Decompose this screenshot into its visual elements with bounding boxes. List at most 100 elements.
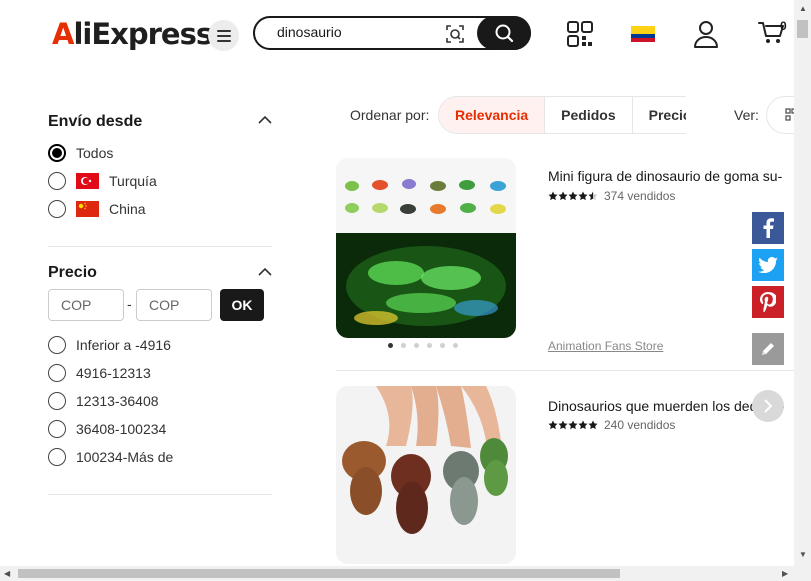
product-image[interactable]	[336, 158, 516, 338]
price-separator: -	[127, 296, 132, 312]
product-rating: 240 vendidos	[548, 418, 675, 432]
horizontal-scrollbar[interactable]: ◀ ▶	[0, 566, 811, 581]
half-star-icon	[588, 191, 598, 201]
product-title[interactable]: Mini figura de dinosaurio de goma su-	[548, 168, 798, 184]
price-filter-title: Precio	[48, 264, 97, 281]
chevron-right-icon	[764, 399, 773, 413]
view-label: Ver:	[734, 107, 759, 123]
colombia-flag-icon[interactable]	[631, 26, 655, 42]
search-icon	[495, 24, 514, 43]
vertical-scrollbar[interactable]: ▲ ▼	[794, 0, 811, 566]
facebook-icon	[763, 218, 774, 238]
user-account-icon[interactable]	[693, 20, 719, 48]
dinosaur-figures-image	[336, 158, 516, 338]
menu-button[interactable]	[208, 20, 239, 51]
sold-count: 374 vendidos	[604, 189, 676, 203]
cart-count-badge: 0	[780, 19, 787, 33]
pinterest-share-button[interactable]	[752, 286, 784, 318]
divider	[48, 494, 272, 495]
aliexpress-logo[interactable]: AliExpress	[52, 17, 213, 51]
image-carousel-dots	[388, 343, 458, 348]
sold-count: 240 vendidos	[604, 418, 676, 432]
option-label: Inferior a -4916	[76, 337, 171, 353]
scroll-right-arrow-icon[interactable]: ▶	[782, 569, 788, 578]
carousel-next-button[interactable]	[752, 390, 784, 422]
option-label: 100234-Más de	[76, 449, 174, 465]
radio-checked[interactable]	[48, 144, 66, 162]
option-label: China	[109, 201, 146, 217]
radio[interactable]	[48, 420, 66, 438]
carousel-dot[interactable]	[401, 343, 406, 348]
logo-text: liExpress	[73, 17, 213, 51]
star-icon	[578, 191, 588, 201]
price-range-option[interactable]: 12313-36408	[48, 391, 159, 411]
scroll-down-arrow-icon[interactable]: ▼	[799, 550, 807, 559]
edit-button[interactable]	[752, 333, 784, 365]
star-icon	[558, 420, 568, 430]
star-icon	[588, 420, 598, 430]
price-range-option[interactable]: Inferior a -4916	[48, 335, 171, 355]
option-label: 12313-36408	[76, 393, 159, 409]
price-ok-button[interactable]: OK	[220, 289, 264, 321]
chevron-up-icon[interactable]	[258, 267, 272, 277]
sort-tab-price[interactable]: Precio	[632, 97, 686, 133]
price-min-input[interactable]: COP	[48, 289, 124, 321]
product-rating: 374 vendidos	[548, 189, 675, 203]
facebook-share-button[interactable]	[752, 212, 784, 244]
option-label: Turquía	[109, 173, 157, 189]
radio[interactable]	[48, 336, 66, 354]
carousel-dot[interactable]	[453, 343, 458, 348]
star-icon	[568, 191, 578, 201]
radio[interactable]	[48, 392, 66, 410]
scroll-up-arrow-icon[interactable]: ▲	[799, 4, 807, 13]
turkey-flag-icon	[76, 173, 99, 189]
option-label: 4916-12313	[76, 365, 151, 381]
product-divider	[336, 370, 794, 371]
twitter-share-button[interactable]	[752, 249, 784, 281]
vertical-scroll-thumb[interactable]	[797, 20, 808, 38]
store-link[interactable]: Animation Fans Store	[548, 339, 663, 353]
option-label: 36408-100234	[76, 421, 167, 437]
china-flag-icon	[76, 201, 99, 217]
rating-stars	[548, 420, 598, 430]
price-range-option[interactable]: 4916-12313	[48, 363, 151, 383]
divider	[48, 246, 272, 247]
logo-letter-a: A	[52, 17, 74, 51]
twitter-icon	[758, 257, 778, 273]
sort-tabs: Relevancia Pedidos Precio	[438, 96, 686, 134]
star-icon	[578, 420, 588, 430]
scroll-left-arrow-icon[interactable]: ◀	[4, 569, 10, 578]
shipping-option-china[interactable]: China	[48, 199, 146, 219]
product-image[interactable]	[336, 386, 516, 564]
sort-tab-orders[interactable]: Pedidos	[545, 97, 633, 133]
carousel-dot[interactable]	[427, 343, 432, 348]
carousel-dot[interactable]	[388, 343, 393, 348]
radio[interactable]	[48, 364, 66, 382]
image-search-icon[interactable]	[445, 24, 465, 44]
radio[interactable]	[48, 200, 66, 218]
star-icon	[568, 420, 578, 430]
shipping-option-turkey[interactable]: Turquía	[48, 171, 157, 191]
radio[interactable]	[48, 172, 66, 190]
finger-dinosaurs-image	[336, 386, 516, 564]
radio[interactable]	[48, 448, 66, 466]
price-range-option[interactable]: 100234-Más de	[48, 447, 173, 467]
search-input[interactable]	[277, 24, 427, 40]
shipping-filter-title: Envío desde	[48, 113, 143, 130]
price-max-input[interactable]: COP	[136, 289, 212, 321]
price-range-option[interactable]: 36408-100234	[48, 419, 166, 439]
option-label: Todos	[76, 145, 114, 161]
star-icon	[558, 191, 568, 201]
chevron-up-icon[interactable]	[258, 115, 272, 125]
sort-label: Ordenar por:	[350, 107, 430, 123]
horizontal-scroll-thumb[interactable]	[18, 569, 620, 578]
qr-code-icon[interactable]	[567, 21, 593, 47]
star-icon	[548, 191, 558, 201]
shipping-option-all[interactable]: Todos	[48, 143, 113, 163]
carousel-dot[interactable]	[414, 343, 419, 348]
sort-tab-relevance[interactable]: Relevancia	[439, 97, 546, 133]
rating-stars	[548, 191, 598, 201]
pinterest-icon	[760, 292, 776, 312]
carousel-dot[interactable]	[440, 343, 445, 348]
search-button[interactable]	[477, 16, 531, 50]
